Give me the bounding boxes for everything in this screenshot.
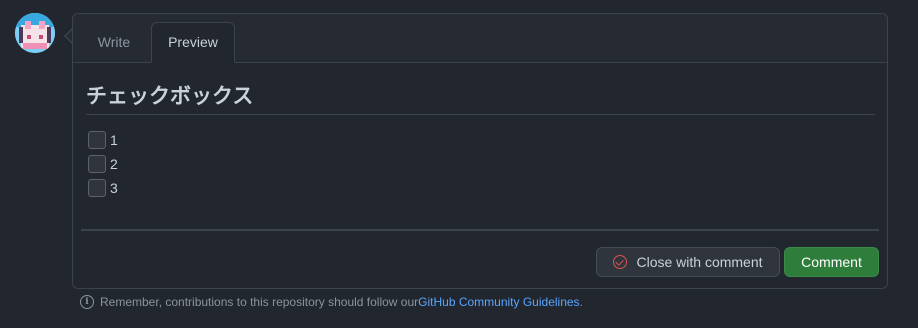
- circle-check-icon: [613, 255, 628, 269]
- task-label: 2: [110, 156, 118, 172]
- task-item: 2: [88, 154, 118, 174]
- task-checkbox[interactable]: [88, 155, 106, 173]
- guidelines-text: Remember, contributions to this reposito…: [100, 295, 419, 309]
- comment-box: Write Preview チェックボックス 1 2 3 Close with …: [72, 13, 888, 289]
- task-label: 3: [110, 180, 118, 196]
- task-label: 1: [110, 132, 118, 148]
- guidelines-suffix: .: [579, 295, 583, 309]
- preview-heading: チェックボックス: [86, 84, 254, 108]
- task-item: 1: [88, 130, 118, 150]
- tab-bar: Write Preview: [73, 14, 887, 63]
- guidelines-link[interactable]: GitHub Community Guidelines: [418, 295, 579, 309]
- avatar[interactable]: [15, 13, 55, 53]
- avatar-image: [15, 13, 55, 53]
- task-item: 3: [88, 178, 118, 198]
- comment-label: Comment: [801, 254, 862, 270]
- editor-divider: [81, 229, 879, 231]
- tab-preview[interactable]: Preview: [151, 22, 235, 63]
- tab-write[interactable]: Write: [81, 23, 147, 62]
- info-icon: i: [80, 295, 94, 309]
- heading-divider: [86, 114, 875, 115]
- guidelines-note: i Remember, contributions to this reposi…: [80, 295, 583, 309]
- task-checkbox[interactable]: [88, 179, 106, 197]
- close-with-comment-label: Close with comment: [636, 254, 763, 270]
- close-with-comment-button[interactable]: Close with comment: [596, 247, 780, 277]
- task-checkbox[interactable]: [88, 131, 106, 149]
- comment-button[interactable]: Comment: [784, 247, 879, 277]
